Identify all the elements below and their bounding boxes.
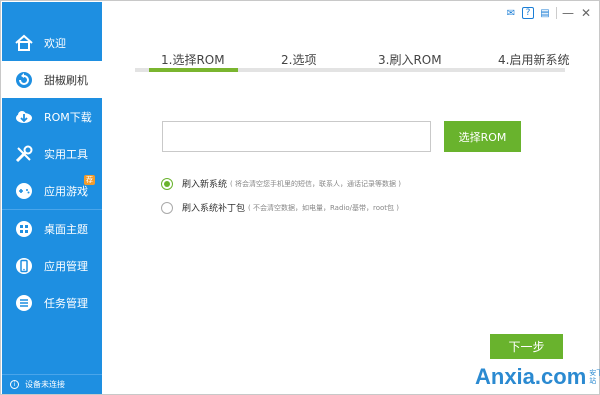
sidebar-item-flash[interactable]: 甜椒刷机: [2, 61, 102, 98]
option-title: 刷入新系统: [182, 180, 228, 190]
tools-icon: [13, 143, 35, 165]
sidebar-item-label: ROM下载: [44, 110, 92, 124]
minimize-button[interactable]: —: [561, 6, 575, 20]
sidebar-item-label: 应用管理: [44, 259, 88, 273]
watermark-text: Anxia.com: [475, 364, 587, 389]
watermark-subtext: 安下软件站: [589, 369, 600, 385]
window-controls: ✉ ? ▤ — ✕: [504, 6, 593, 20]
sidebar-item-task-manager[interactable]: 任务管理: [2, 284, 102, 321]
option-title: 刷入系统补丁包: [182, 204, 246, 214]
sidebar-item-themes[interactable]: 桌面主题: [2, 210, 102, 247]
option-note: ( 将会清空您手机里的短信，联系人，通话记录等数据 ): [230, 179, 401, 188]
sidebar-item-label: 桌面主题: [44, 222, 88, 236]
recommend-badge: 荐: [84, 175, 95, 185]
step-3: 3.刷入ROM: [378, 53, 442, 67]
app-window: ✉ ? ▤ — ✕ 欢迎 甜椒刷机 ROM下载 实用工具 应用游戏 荐 桌面主题…: [0, 0, 600, 395]
option-note: ( 不会清空数据，如电量，Radio/基带，root包 ): [248, 203, 399, 212]
sidebar-item-rom-download[interactable]: ROM下载: [2, 98, 102, 135]
sidebar-item-games[interactable]: 应用游戏 荐: [2, 172, 102, 209]
rom-path-input[interactable]: [162, 121, 431, 152]
step-progress: [149, 68, 238, 72]
sidebar-item-tools[interactable]: 实用工具: [2, 135, 102, 172]
step-4: 4.启用新系统: [498, 53, 570, 67]
controls-divider: [556, 7, 557, 19]
skin-icon[interactable]: ▤: [538, 6, 552, 20]
sidebar-item-label: 甜椒刷机: [44, 73, 88, 87]
step-1: 1.选择ROM: [161, 53, 225, 67]
sidebar: 欢迎 甜椒刷机 ROM下载 实用工具 应用游戏 荐 桌面主题 应用管理 任务管理…: [2, 2, 102, 394]
gamepad-icon: [13, 180, 35, 202]
next-step-button[interactable]: 下一步: [490, 334, 563, 359]
info-icon: i: [10, 380, 19, 389]
sidebar-item-app-manager[interactable]: 应用管理: [2, 247, 102, 284]
select-rom-button[interactable]: 选择ROM: [444, 121, 521, 152]
watermark-logo: Anxia.com 安下软件站: [475, 364, 600, 390]
refresh-icon: [13, 69, 35, 91]
list-icon: [13, 292, 35, 314]
close-button[interactable]: ✕: [579, 6, 593, 20]
option-flash-patch[interactable]: 刷入系统补丁包 ( 不会清空数据，如电量，Radio/基带，root包 ): [161, 201, 399, 214]
radio-flash-new-system[interactable]: [161, 177, 173, 190]
sidebar-item-label: 任务管理: [44, 296, 88, 310]
step-2: 2.选项: [281, 53, 317, 67]
device-status: i 设备未连接: [2, 374, 102, 394]
sidebar-item-welcome[interactable]: 欢迎: [2, 24, 102, 61]
cloud-download-icon: [13, 106, 35, 128]
sidebar-item-label: 应用游戏: [44, 184, 88, 198]
grid-icon: [13, 218, 35, 240]
radio-flash-patch[interactable]: [161, 201, 173, 214]
option-flash-new-system[interactable]: 刷入新系统 ( 将会清空您手机里的短信，联系人，通话记录等数据 ): [161, 177, 401, 190]
sidebar-item-label: 欢迎: [44, 36, 66, 50]
step-indicator: 1.选择ROM 2.选项 3.刷入ROM 4.启用新系统: [135, 51, 569, 73]
device-status-label: 设备未连接: [25, 380, 65, 389]
sidebar-item-label: 实用工具: [44, 147, 88, 161]
phone-icon: [13, 255, 35, 277]
chat-icon[interactable]: ✉: [504, 6, 518, 20]
help-icon[interactable]: ?: [522, 7, 534, 19]
home-icon: [13, 32, 35, 54]
